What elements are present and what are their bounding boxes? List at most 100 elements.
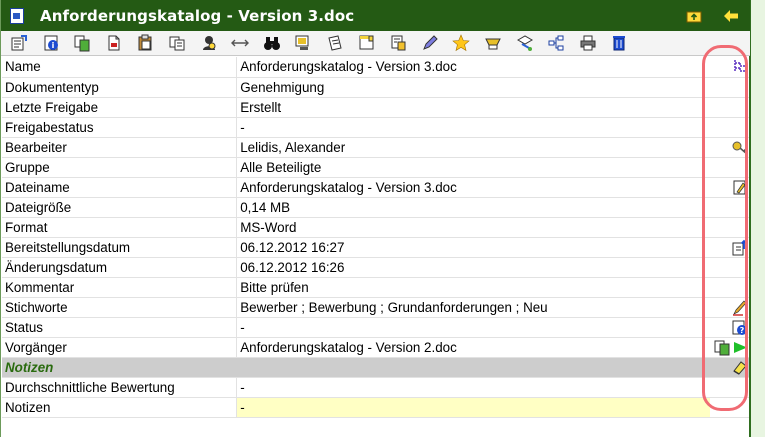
upload-doc-icon[interactable] [731, 239, 749, 256]
property-value-letzte-freigabe: Erstellt [236, 97, 710, 118]
property-label-letzte-freigabe: Letzte Freigabe [2, 97, 238, 118]
play-icon[interactable] [731, 339, 749, 356]
property-value-dokumententyp: Genehmigung [236, 77, 710, 98]
new-doc-icon[interactable] [104, 33, 124, 53]
property-label-freigabestatus: Freigabestatus [2, 117, 238, 138]
table-row: Dateiname Anforderungskatalog - Version 3… [2, 177, 749, 198]
table-row: Name Anforderungskatalog - Version 3.doc [2, 57, 749, 78]
key-icon[interactable] [731, 139, 749, 156]
notepad-icon[interactable] [325, 33, 345, 53]
property-value-gruppe: Alle Beteiligte [236, 157, 710, 178]
row-actions [709, 277, 749, 298]
property-label-format: Format [2, 217, 238, 238]
stamp-icon[interactable] [388, 33, 408, 53]
row-actions: ? [709, 317, 749, 338]
property-label-durchschnittliche-bewertung: Durchschnittliche Bewertung [2, 377, 238, 398]
row-actions [709, 137, 749, 158]
row-actions [709, 217, 749, 238]
copy-icon[interactable] [72, 33, 92, 53]
property-value-bearbeiter: Lelidis, Alexander [236, 137, 710, 158]
property-label-notizen: Notizen [2, 397, 238, 418]
info-icon[interactable]: i [41, 33, 61, 53]
pen-icon[interactable] [420, 33, 440, 53]
property-value-vorganger: Anforderungskatalog - Version 2.doc [236, 337, 710, 358]
section-header-notizen: Notizen [2, 357, 749, 378]
property-value-bereitstellungsdatum: 06.12.2012 16:27 [236, 237, 710, 258]
print-icon[interactable] [578, 33, 598, 53]
move-arrows-icon[interactable] [230, 33, 250, 53]
table-row: Status -? [2, 317, 749, 338]
row-actions [709, 197, 749, 218]
section-title: Notizen [2, 357, 237, 378]
property-value-format: MS-Word [236, 217, 710, 238]
property-label-stichworte: Stichworte [2, 297, 238, 318]
title-bar: Anforderungskatalog - Version 3.doc [1, 0, 750, 31]
property-value-status: - [236, 317, 710, 338]
property-value-notizen[interactable]: - [236, 397, 710, 418]
property-value-name: Anforderungskatalog - Version 3.doc [236, 57, 710, 78]
sticky-note-icon[interactable] [357, 33, 377, 53]
hierarchy-icon[interactable] [546, 33, 566, 53]
paste-icon[interactable] [135, 33, 155, 53]
table-row: Dateigröße 0,14 MB [2, 197, 749, 218]
row-actions [709, 237, 749, 258]
folder-up-icon[interactable] [684, 7, 704, 25]
eraser-icon[interactable] [731, 359, 749, 376]
trash-icon[interactable] [609, 33, 629, 53]
property-value-kommentar: Bitte prüfen [236, 277, 710, 298]
properties-icon[interactable] [9, 33, 29, 53]
copy-doc-icon[interactable] [713, 339, 731, 356]
row-actions [709, 257, 749, 278]
row-actions [709, 337, 749, 358]
back-arrow-icon[interactable] [721, 7, 741, 25]
table-row: Freigabestatus - [2, 117, 749, 138]
property-label-dateigro-e: Dateigröße [2, 197, 238, 218]
svg-text:i: i [51, 41, 54, 50]
property-value-stichworte: Bewerber ; Bewerbung ; Grundanforderunge… [236, 297, 710, 318]
table-row: Kommentar Bitte prüfen [2, 277, 749, 298]
row-actions [709, 97, 749, 118]
row-actions [709, 117, 749, 138]
section-spacer [236, 357, 710, 378]
table-row: Bearbeiter Lelidis, Alexander [2, 137, 749, 158]
binoculars-icon[interactable] [262, 33, 282, 53]
row-actions [709, 177, 749, 198]
toolbar: i [1, 31, 750, 56]
window-title: Anforderungskatalog - Version 3.doc [40, 6, 355, 25]
pencil-icon[interactable] [731, 299, 749, 316]
user-icon[interactable] [199, 33, 219, 53]
inbox-icon[interactable] [483, 33, 503, 53]
property-label-kommentar: Kommentar [2, 277, 238, 298]
row-actions [709, 157, 749, 178]
property-label-dateiname: Dateiname [2, 177, 238, 198]
tree-icon[interactable] [731, 58, 749, 75]
row-actions [709, 377, 749, 398]
property-value-freigabestatus: - [236, 117, 710, 138]
table-row: Stichworte Bewerber ; Bewerbung ; Grundan… [2, 297, 749, 318]
duplicate-icon[interactable] [167, 33, 187, 53]
star-icon[interactable] [451, 33, 471, 53]
table-row: Änderungsdatum 06.12.2012 16:26 [2, 257, 749, 278]
table-row: Vorgänger Anforderungskatalog - Version 2… [2, 337, 749, 358]
monitor-icon[interactable] [293, 33, 313, 53]
property-label-anderungsdatum: Änderungsdatum [2, 257, 238, 278]
property-label-gruppe: Gruppe [2, 157, 238, 178]
edit-doc-icon[interactable] [731, 179, 749, 196]
table-row: Bereitstellungsdatum 06.12.2012 16:27 [2, 237, 749, 258]
svg-text:?: ? [740, 326, 745, 335]
help-doc-icon[interactable]: ? [731, 319, 749, 336]
property-value-anderungsdatum: 06.12.2012 16:26 [236, 257, 710, 278]
row-actions [709, 77, 749, 98]
property-label-status: Status [2, 317, 238, 338]
property-label-dokumententyp: Dokumententyp [2, 77, 238, 98]
row-actions [709, 397, 749, 418]
property-label-bereitstellungsdatum: Bereitstellungsdatum [2, 237, 238, 258]
table-row: Dokumententyp Genehmigung [2, 77, 749, 98]
table-row: Notizen - [2, 397, 749, 418]
table-row: Format MS-Word [2, 217, 749, 238]
workflow-icon[interactable] [515, 33, 535, 53]
property-value-dateiname: Anforderungskatalog - Version 3.doc [236, 177, 710, 198]
word-doc-icon [10, 7, 24, 24]
property-label-bearbeiter: Bearbeiter [2, 137, 238, 158]
table-row: Gruppe Alle Beteiligte [2, 157, 749, 178]
